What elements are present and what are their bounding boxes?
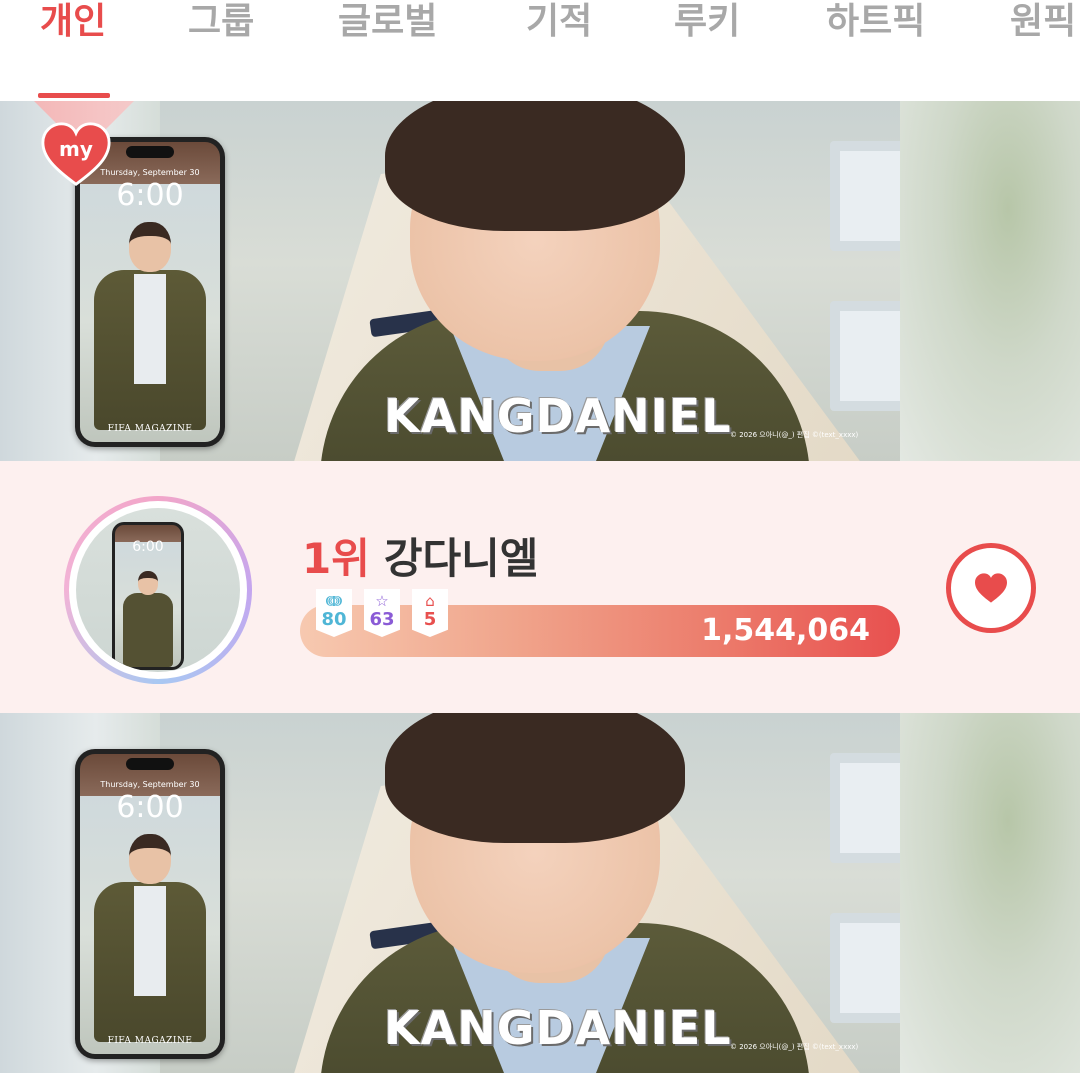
phone-notch [126, 758, 174, 770]
heart-icon [975, 573, 1007, 603]
phone-date: Thursday, September 30 [100, 780, 200, 789]
phone-preview: Thursday, September 30 6:00 FIFA MAGAZIN… [75, 749, 225, 1059]
birthday-count-chip: ⌂ 5 [412, 589, 448, 637]
tab-group[interactable]: 그룹 [188, 0, 254, 48]
tab-onepick[interactable]: 원픽 [1010, 0, 1076, 48]
rank-title: 1위 강다니엘 [302, 533, 538, 585]
avatar-phone-time: 6:00 [132, 539, 164, 555]
phone-time: 6:00 [116, 790, 184, 825]
ranking-card[interactable]: 6:00 1위 강다니엘 1,544,064 ↈ 80 ☆ 63 ⌂ 5 [0, 461, 1080, 713]
banner-copyright: © 2026 으아니(@_) 편집 ©(text_xxxx) [730, 1043, 859, 1051]
vote-total: 1,544,064 [701, 613, 870, 648]
tab-heartpick[interactable]: 하트픽 [826, 0, 925, 48]
my-badge: my [34, 93, 134, 203]
tab-personal[interactable]: 개인 [40, 0, 106, 48]
banner-name-art: KANGDANIEL [384, 389, 732, 443]
wings-icon: ↈ [325, 592, 343, 610]
banner-name-art: KANGDANIEL [384, 1001, 732, 1055]
angel-count: 80 [321, 609, 347, 630]
star-count: 63 [369, 609, 395, 630]
banner-copyright: © 2026 으아니(@_) 편집 ©(text_xxxx) [730, 431, 859, 439]
avatar[interactable]: 6:00 [64, 496, 252, 684]
category-tabs: 개인 그룹 글로벌 기적 루키 하트픽 원픽 [0, 0, 1080, 62]
tab-rookie[interactable]: 루키 [674, 0, 740, 48]
angel-count-chip: ↈ 80 [316, 589, 352, 637]
banner-tree [900, 101, 1080, 461]
avatar-phone-preview: 6:00 [112, 522, 184, 670]
banner-tree [900, 713, 1080, 1073]
idol-banner[interactable]: KANGDANIEL © 2026 으아니(@_) 편집 ©(text_xxxx… [0, 101, 1080, 461]
tab-miracle[interactable]: 기적 [526, 0, 592, 48]
rank-number: 1위 [302, 534, 370, 583]
badge-label: my [59, 137, 93, 161]
badge-tab-indicator [38, 93, 110, 98]
cake-icon: ⌂ [425, 592, 435, 610]
vote-heart-button[interactable] [946, 543, 1036, 633]
idol-banner[interactable]: KANGDANIEL © 2026 으아니(@_) 편집 ©(text_xxxx… [0, 713, 1080, 1073]
tab-global[interactable]: 글로벌 [338, 0, 437, 48]
phone-wallpaper-photo [94, 222, 206, 432]
phone-magazine-label: FIFA MAGAZINE [107, 1036, 193, 1046]
star-count-chip: ☆ 63 [364, 589, 400, 637]
birthday-count: 5 [423, 609, 437, 630]
idol-name: 강다니엘 [383, 534, 539, 583]
phone-magazine-label: FIFA MAGAZINE [107, 424, 193, 434]
phone-wallpaper-photo [94, 834, 206, 1044]
star-icon: ☆ [375, 592, 389, 610]
